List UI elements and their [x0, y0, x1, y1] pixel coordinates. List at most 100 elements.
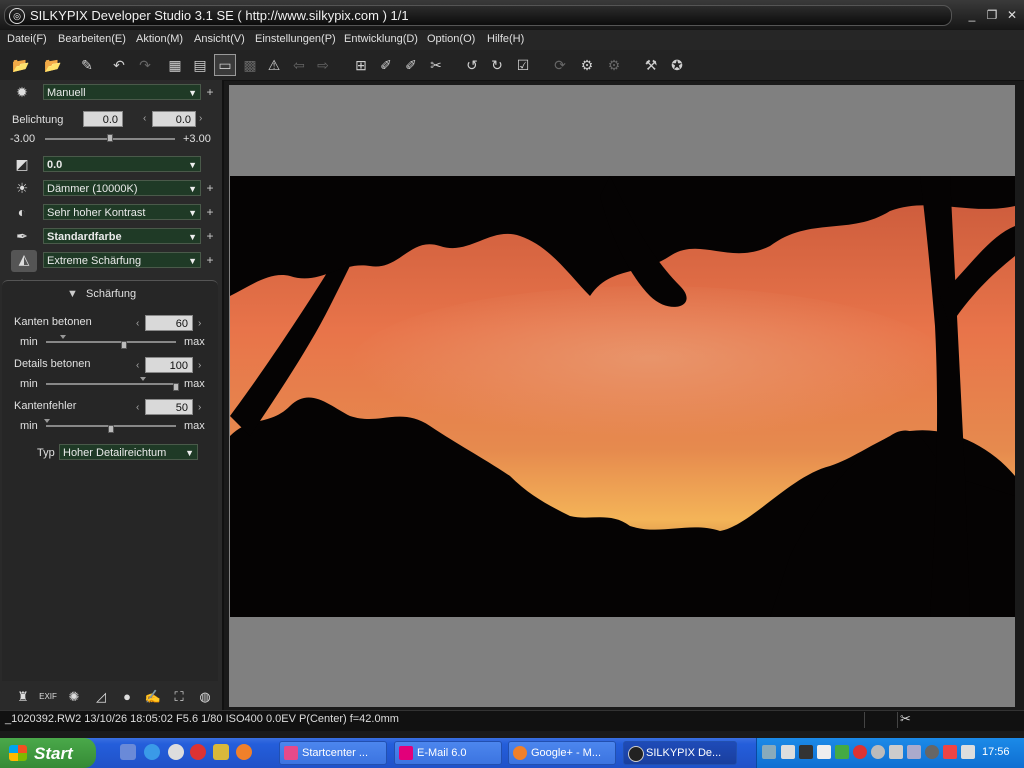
edges-decrement-icon[interactable]: ‹ — [136, 318, 139, 329]
volume-icon[interactable] — [961, 745, 975, 759]
factory-icon[interactable]: ♜ — [14, 688, 32, 706]
task-google-plus[interactable]: Google+ - M... — [508, 741, 616, 765]
network-icon[interactable] — [889, 745, 903, 759]
tray-icon-3[interactable] — [799, 745, 813, 759]
warning-icon[interactable]: ⚠ — [263, 54, 285, 76]
edge-error-decrement-icon[interactable]: ‹ — [136, 402, 139, 413]
close-icon[interactable]: ✕ — [1004, 8, 1020, 22]
quicklaunch-media-icon[interactable] — [168, 744, 184, 760]
menu-hilfe[interactable]: Hilfe(H) — [487, 33, 524, 45]
white-balance-dropdown[interactable]: Dämmer (10000K) ▼ — [43, 180, 201, 196]
edge-error-slider-thumb[interactable] — [108, 425, 114, 433]
quicklaunch-desktop-icon[interactable] — [120, 744, 136, 760]
white-balance-picker-icon[interactable]: ✐ — [375, 54, 397, 76]
transform-icon[interactable]: ⛶ — [170, 688, 188, 706]
preset-add-icon[interactable]: + — [205, 86, 215, 98]
lens-icon[interactable]: ◍ — [196, 688, 214, 706]
sharpness-icon[interactable]: ◭ — [11, 250, 37, 272]
details-decrement-icon[interactable]: ‹ — [136, 360, 139, 371]
sharpness-dropdown[interactable]: Extreme Schärfung ▼ — [43, 252, 201, 268]
highlight-icon[interactable]: ✺ — [65, 688, 83, 706]
spot-tool-icon[interactable]: ✂ — [425, 54, 447, 76]
details-slider-track[interactable] — [46, 383, 176, 385]
grid-view-icon[interactable]: ▦ — [164, 54, 186, 76]
exposure-value-2[interactable]: 0.0 — [152, 111, 196, 127]
sharpness-add-icon[interactable]: + — [205, 254, 215, 266]
next-icon[interactable]: ⇨ — [312, 54, 334, 76]
photo-preview[interactable] — [230, 176, 1015, 617]
open-folder-dropdown-icon[interactable]: 📂 — [42, 54, 64, 76]
rotate-right-icon[interactable]: ↻ — [486, 54, 508, 76]
develop-icon[interactable]: ⚙ — [576, 54, 598, 76]
curve-icon[interactable]: ◿ — [92, 688, 110, 706]
eraser-icon[interactable]: ✎ — [76, 54, 98, 76]
menu-entwicklung[interactable]: Entwicklung(D) — [344, 33, 418, 45]
tray-icon-7[interactable] — [871, 745, 885, 759]
quicklaunch-ie-icon[interactable] — [144, 744, 160, 760]
tray-icon-6[interactable] — [853, 745, 867, 759]
edges-slider-thumb[interactable] — [121, 341, 127, 349]
tray-icon-4[interactable] — [817, 745, 831, 759]
tray-icon-1[interactable] — [762, 745, 776, 759]
undo-icon[interactable]: ↶ — [108, 54, 130, 76]
exif-icon[interactable]: EXIF — [39, 688, 57, 706]
details-increment-icon[interactable]: › — [198, 360, 201, 371]
exposure-increment-icon[interactable]: › — [199, 113, 202, 124]
menu-option[interactable]: Option(O) — [427, 33, 475, 45]
batch-icon[interactable]: ⚙ — [603, 54, 625, 76]
menu-bearbeiten[interactable]: Bearbeiten(E) — [58, 33, 126, 45]
tone-dropdown[interactable]: 0.0 ▼ — [43, 156, 201, 172]
contrast-dropdown[interactable]: Sehr hoher Kontrast ▼ — [43, 204, 201, 220]
check-icon[interactable]: ☑ — [512, 54, 534, 76]
brush-icon[interactable]: ✍ — [144, 688, 162, 706]
rotate-left-icon[interactable]: ↺ — [461, 54, 483, 76]
quicklaunch-app-icon[interactable] — [213, 744, 229, 760]
gray-picker-icon[interactable]: ✐ — [400, 54, 422, 76]
task-silkypix[interactable]: SILKYPIX De... — [623, 741, 737, 765]
scissors-icon[interactable]: ✂ — [900, 711, 911, 727]
edge-error-value[interactable]: 50 — [145, 399, 193, 415]
hammer-icon[interactable]: ⚒ — [640, 54, 662, 76]
quicklaunch-firefox-icon[interactable] — [236, 744, 252, 760]
prev-icon[interactable]: ⇦ — [288, 54, 310, 76]
compare-view-icon[interactable]: ▩ — [239, 54, 261, 76]
minimize-icon[interactable]: _ — [964, 8, 980, 22]
edges-increment-icon[interactable]: › — [198, 318, 201, 329]
single-view-icon[interactable]: ▭ — [214, 54, 236, 76]
exposure-value-1[interactable]: 0.0 — [83, 111, 123, 127]
task-startcenter[interactable]: Startcenter ... — [279, 741, 387, 765]
edges-value[interactable]: 60 — [145, 315, 193, 331]
maximize-icon[interactable]: ❐ — [984, 8, 1000, 22]
collapse-triangle-icon[interactable]: ▼ — [67, 288, 78, 300]
details-value[interactable]: 100 — [145, 357, 193, 373]
tray-icon-9[interactable] — [907, 745, 921, 759]
quicklaunch-opera-icon[interactable] — [190, 744, 206, 760]
contrast-add-icon[interactable]: + — [205, 206, 215, 218]
crop-grid-icon[interactable]: ⊞ — [350, 54, 372, 76]
refresh-icon[interactable]: ⟳ — [549, 54, 571, 76]
menu-datei[interactable]: Datei(F) — [7, 33, 47, 45]
sphere-icon[interactable]: ● — [118, 688, 136, 706]
color-dropdown[interactable]: Standardfarbe ▼ — [43, 228, 201, 244]
color-add-icon[interactable]: + — [205, 230, 215, 242]
menu-aktion[interactable]: Aktion(M) — [136, 33, 183, 45]
tray-icon-10[interactable] — [925, 745, 939, 759]
details-slider-thumb[interactable] — [173, 383, 179, 391]
menu-einstellungen[interactable]: Einstellungen(P) — [255, 33, 336, 45]
settings-icon[interactable]: ✪ — [666, 54, 688, 76]
tray-icon-2[interactable] — [781, 745, 795, 759]
edges-slider-track[interactable] — [46, 341, 176, 343]
menu-ansicht[interactable]: Ansicht(V) — [194, 33, 245, 45]
exposure-slider-thumb[interactable] — [107, 134, 113, 142]
white-balance-add-icon[interactable]: + — [205, 182, 215, 194]
task-email[interactable]: E-Mail 6.0 — [394, 741, 502, 765]
filmstrip-view-icon[interactable]: ▤ — [189, 54, 211, 76]
tray-icon-11[interactable] — [943, 745, 957, 759]
type-dropdown[interactable]: Hoher Detailreichtum ▼ — [59, 444, 198, 460]
edge-error-increment-icon[interactable]: › — [198, 402, 201, 413]
exposure-decrement-icon[interactable]: ‹ — [143, 113, 146, 124]
redo-icon[interactable]: ↷ — [134, 54, 156, 76]
open-folder-icon[interactable]: 📂 — [10, 54, 32, 76]
tray-icon-5[interactable] — [835, 745, 849, 759]
preset-dropdown[interactable]: Manuell ▼ — [43, 84, 201, 100]
